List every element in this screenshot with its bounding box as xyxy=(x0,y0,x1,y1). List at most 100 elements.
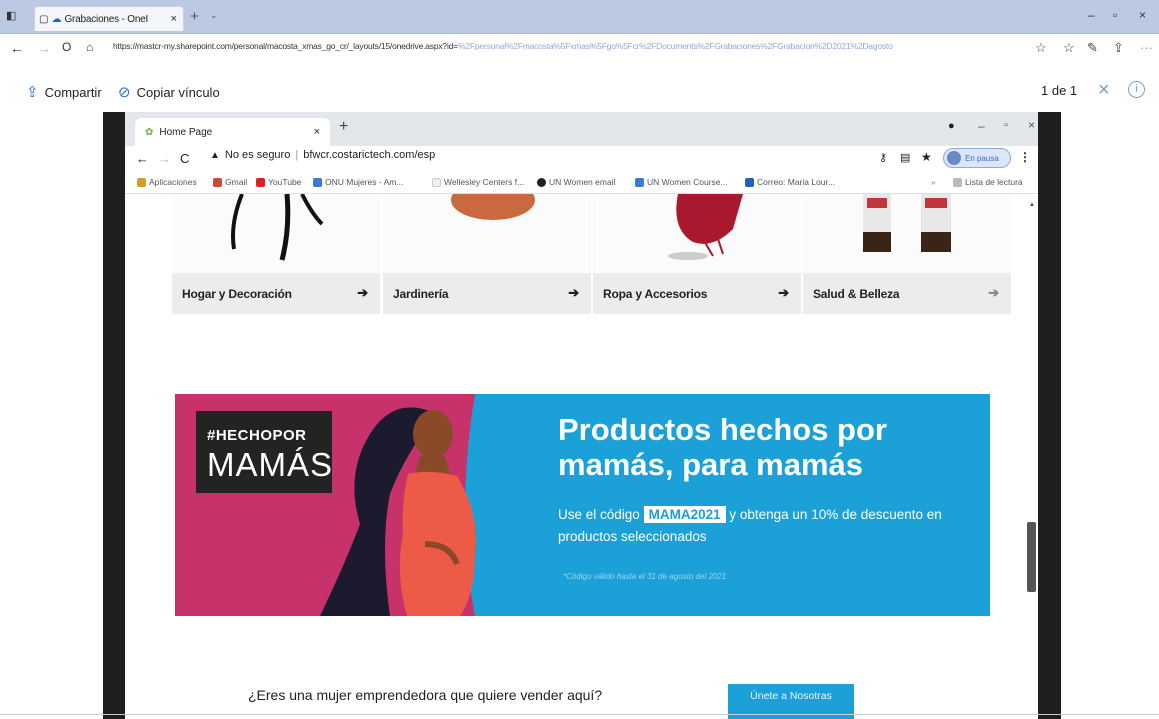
reading-list-button[interactable]: Lista de lectura xyxy=(953,177,1023,187)
scroll-up-arrow-icon[interactable]: ▲ xyxy=(1029,202,1035,208)
bookmark-item[interactable]: YouTube xyxy=(256,177,301,187)
category-card[interactable]: Salud & Belleza ➔ xyxy=(803,194,1011,314)
wellesley-icon xyxy=(432,177,441,187)
seller-question: ¿Eres una mujer emprendedora que quiere … xyxy=(248,687,603,703)
bookmark-star-icon[interactable]: ★ xyxy=(921,150,932,164)
bookmark-item[interactable]: Correo: Maria Lour... xyxy=(745,177,835,187)
bookmark-label: Gmail xyxy=(225,177,248,187)
separator: | xyxy=(295,149,299,161)
onedrive-icon: ☁ xyxy=(51,13,62,25)
copy-link-button[interactable]: ⊘ Copiar vínculo xyxy=(118,83,220,101)
screenshot-right-border xyxy=(1038,112,1061,719)
inner-address-bar[interactable]: ▲ No es seguro | bfwcr.costarictech.com/… xyxy=(210,149,435,161)
arrow-right-icon: ➔ xyxy=(357,285,368,300)
un-women-icon xyxy=(537,177,546,187)
outer-url-tail: %2Fpersonal%2Fmacosta%5Fxmas%5Fgo%5Fcr%2… xyxy=(457,41,893,51)
bookmark-label: YouTube xyxy=(268,177,302,187)
bottom-divider xyxy=(0,714,1159,715)
back-arrow-icon[interactable]: ← xyxy=(10,40,24,56)
category-label: Hogar y Decoración ➔ xyxy=(172,273,380,314)
web-page: Hogar y Decoración ➔ Jardinería ➔ Ropa y A… xyxy=(125,194,1038,719)
inner-browser-tab[interactable]: ✿ Home Page × xyxy=(135,118,330,146)
embedded-screenshot: ✿ Home Page × + ● – ▫ × ← → C ▲ No es se… xyxy=(103,112,1061,719)
category-card[interactable]: Hogar y Decoración ➔ xyxy=(172,194,380,314)
link-icon: ⊘ xyxy=(118,84,131,101)
bookmarks-bar: Aplicaciones Gmail YouTube ONU Mujeres -… xyxy=(125,172,1038,194)
new-tab-button[interactable]: + xyxy=(339,118,348,136)
un-women-course-icon xyxy=(635,177,644,187)
hashtag-line1: #HECHOPOR xyxy=(207,427,307,444)
bookmark-item[interactable]: Wellesley Centers f... xyxy=(432,177,524,187)
save-icon[interactable]: ▤ xyxy=(900,151,910,164)
back-arrow-icon[interactable]: ← xyxy=(136,151,149,166)
close-window-button[interactable]: × xyxy=(1028,118,1035,132)
banner-description: Use el código MAMA2021 y obtenga un 10% … xyxy=(558,504,978,548)
outer-address-bar[interactable]: https://mastcr-my.sharepoint.com/persona… xyxy=(113,41,1013,57)
more-bookmarks-icon[interactable]: » xyxy=(931,177,936,187)
record-icon[interactable]: ● xyxy=(948,120,955,132)
category-label: Salud & Belleza ➔ xyxy=(803,273,1011,314)
outer-browser-tab[interactable]: ▢ ☁ Grabaciones - OneI × xyxy=(34,6,184,31)
category-label: Ropa y Accesorios ➔ xyxy=(593,273,801,314)
category-card[interactable]: Jardinería ➔ xyxy=(383,194,591,314)
bookmark-item[interactable]: Gmail xyxy=(213,177,247,187)
menu-icon[interactable]: ⋮ xyxy=(1019,150,1031,164)
home-decor-image xyxy=(231,194,324,261)
folder-icon: ▢ xyxy=(39,13,49,25)
inner-tab-title: Home Page xyxy=(159,126,213,138)
new-tab-button[interactable]: + xyxy=(190,8,199,25)
reload-icon[interactable]: C xyxy=(180,151,189,166)
pen-icon[interactable]: ✎ xyxy=(1087,40,1098,56)
bookmark-label: ONU Mujeres - Am... xyxy=(325,177,404,187)
health-beauty-image xyxy=(863,194,951,252)
category-card[interactable]: Ropa y Accesorios ➔ xyxy=(593,194,801,314)
maximize-button[interactable]: ▫ xyxy=(1004,119,1008,131)
refresh-icon[interactable]: O xyxy=(62,40,71,54)
share-label: Compartir xyxy=(44,84,102,100)
info-icon[interactable]: i xyxy=(1128,81,1145,98)
close-tab-icon[interactable]: × xyxy=(171,13,177,25)
avatar xyxy=(947,151,961,165)
outer-url-text: https://mastcr-my.sharepoint.com/persona… xyxy=(113,41,458,51)
key-icon[interactable]: ⚷ xyxy=(879,151,887,164)
forward-arrow-icon[interactable]: → xyxy=(37,40,51,56)
more-icon[interactable]: ··· xyxy=(1140,40,1153,55)
category-name: Hogar y Decoración xyxy=(182,286,292,301)
close-window-button[interactable]: × xyxy=(1139,8,1146,22)
profile-paused-button[interactable]: En pausa xyxy=(943,148,1011,168)
promo-code: MAMA2021 xyxy=(643,506,726,523)
arrow-right-icon: ➔ xyxy=(988,285,999,300)
minimize-button[interactable]: – xyxy=(1088,8,1095,22)
close-tab-icon[interactable]: × xyxy=(314,126,320,138)
promo-banner[interactable]: #HECHOPOR MAMÁS Productos hechos por mam… xyxy=(175,394,990,616)
reading-list-icon xyxy=(953,177,962,187)
gmail-icon xyxy=(213,177,222,187)
share-button[interactable]: ⇪ Compartir xyxy=(26,83,102,101)
category-name: Salud & Belleza xyxy=(813,286,900,301)
maximize-button[interactable]: ▫ xyxy=(1113,8,1117,22)
favorite-star-icon[interactable]: ☆ xyxy=(1035,40,1047,56)
inner-tab-bar: ✿ Home Page × + ● – ▫ × xyxy=(125,112,1038,146)
forward-arrow-icon[interactable]: → xyxy=(158,151,171,166)
close-viewer-icon[interactable]: × xyxy=(1098,79,1110,102)
bookmark-item[interactable]: Aplicaciones xyxy=(137,177,197,187)
home-icon[interactable]: ⌂ xyxy=(86,40,93,54)
screenshot-left-border xyxy=(103,112,125,719)
site-favicon-icon: ✿ xyxy=(145,126,154,138)
copy-link-label: Copiar vínculo xyxy=(136,84,220,100)
arrow-right-icon: ➔ xyxy=(568,285,579,300)
bookmark-item[interactable]: ONU Mujeres - Am... xyxy=(313,177,403,187)
category-name: Ropa y Accesorios xyxy=(603,286,708,301)
profile-label: En pausa xyxy=(965,153,999,163)
scrollbar-thumb[interactable] xyxy=(1027,522,1036,592)
minimize-button[interactable]: – xyxy=(978,119,985,133)
outer-back-tab-icon[interactable]: ◧ xyxy=(6,9,16,22)
banner-title: Productos hechos por mamás, para mamás xyxy=(558,412,887,482)
bookmark-item[interactable]: UN Women Course... xyxy=(635,177,728,187)
favorites-list-icon[interactable]: ☆ xyxy=(1063,40,1075,56)
tab-list-chevron-icon[interactable]: ⌄ xyxy=(210,10,218,21)
clothing-image xyxy=(668,194,743,260)
share-icon[interactable]: ⇪ xyxy=(1113,40,1124,56)
bookmark-label: Aplicaciones xyxy=(149,177,197,187)
bookmark-item[interactable]: UN Women email xyxy=(537,177,615,187)
